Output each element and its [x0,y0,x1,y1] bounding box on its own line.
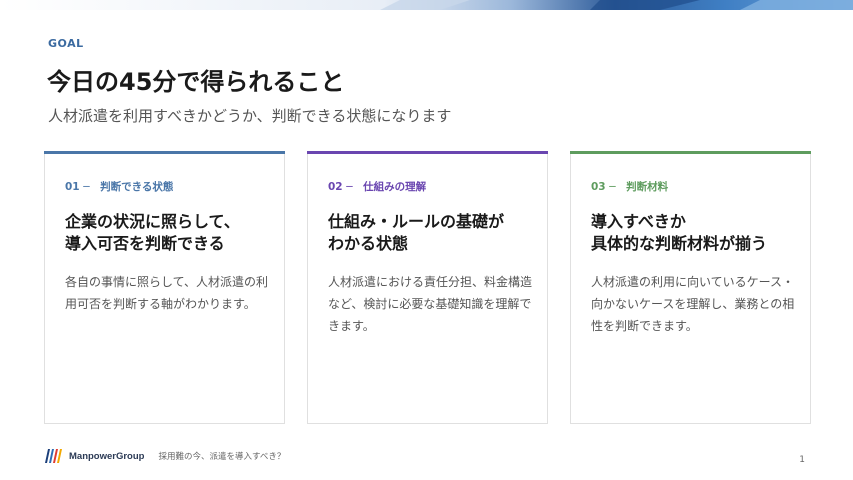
top-decorative-band [0,0,853,10]
page-title: 今日の45分で得られること [47,68,345,96]
card-number-label: 02 ─ 仕組みの理解 [328,181,427,193]
footer: ManpowerGroup 採用難の今、派遣を導入すべき？ [45,449,285,463]
goal-card-3: 03 ─ 判断材料 導入すべきか 具体的な判断材料が揃う 人材派遣の利用に向いて… [570,151,811,424]
page-subtitle: 人材派遣を利用すべきかどうか、判断できる状態になります [48,107,452,125]
logo-text: ManpowerGroup [69,450,145,462]
card-heading: 企業の状況に照らして、 導入可否を判断できる [65,212,240,253]
card-body: 人材派遣における責任分担、料金構造など、検討に必要な基礎知識を理解できます。 [328,275,533,333]
page-number: 1 [799,455,805,465]
card-body: 人材派遣の利用に向いているケース・向かないケースを理解し、業務との相性を判断でき… [591,275,795,333]
footer-caption: 採用難の今、派遣を導入すべき？ [158,452,286,462]
card-heading: 導入すべきか 具体的な判断材料が揃う [591,212,768,253]
card-accent-bar [307,151,548,154]
goal-card-2: 02 ─ 仕組みの理解 仕組み・ルールの基礎が わかる状態 人材派遣における責任… [307,151,548,424]
card-heading: 仕組み・ルールの基礎が わかる状態 [328,212,505,253]
card-body: 各自の事情に照らして、人材派遣の利用可否を判断する軸がわかります。 [65,275,269,311]
manpowergroup-logo-icon [45,449,62,463]
card-number-label: 01 ─ 判断できる状態 [65,181,174,193]
card-accent-bar [44,151,285,154]
card-accent-bar [570,151,811,154]
card-number-label: 03 ─ 判断材料 [591,181,669,193]
goal-eyebrow: GOAL [48,37,84,50]
goal-card-1: 01 ─ 判断できる状態 企業の状況に照らして、 導入可否を判断できる 各自の事… [44,151,285,424]
